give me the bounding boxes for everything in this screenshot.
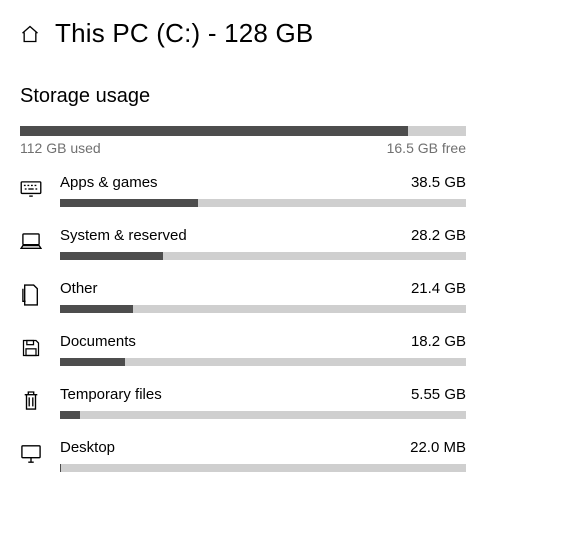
category-size: 5.55 GB xyxy=(411,386,466,403)
category-row[interactable]: System & reserved 28.2 GB xyxy=(20,227,559,260)
category-body: Apps & games 38.5 GB xyxy=(60,174,466,207)
category-bar-fill xyxy=(60,464,61,472)
category-bar xyxy=(60,305,466,313)
category-labels: Temporary files 5.55 GB xyxy=(60,386,466,403)
category-name: Desktop xyxy=(60,439,115,456)
trash-icon xyxy=(20,386,42,416)
laptop-icon xyxy=(20,227,42,257)
category-body: Desktop 22.0 MB xyxy=(60,439,466,472)
category-bar-fill xyxy=(60,411,80,419)
category-size: 22.0 MB xyxy=(410,439,466,456)
category-name: System & reserved xyxy=(60,227,187,244)
category-bar-fill xyxy=(60,358,125,366)
category-bar-fill xyxy=(60,252,163,260)
overview-labels: 112 GB used 16.5 GB free xyxy=(20,140,466,156)
monitor-icon xyxy=(20,439,42,469)
title-row: This PC (C:) - 128 GB xyxy=(20,18,559,49)
category-labels: Other 21.4 GB xyxy=(60,280,466,297)
overview-bar xyxy=(20,126,466,136)
page-title: This PC (C:) - 128 GB xyxy=(55,18,313,49)
category-labels: Desktop 22.0 MB xyxy=(60,439,466,456)
save-icon xyxy=(20,333,42,363)
category-row[interactable]: Other 21.4 GB xyxy=(20,280,559,313)
section-heading: Storage usage xyxy=(20,85,559,108)
category-size: 28.2 GB xyxy=(411,227,466,244)
category-bar xyxy=(60,199,466,207)
category-labels: Apps & games 38.5 GB xyxy=(60,174,466,191)
category-size: 18.2 GB xyxy=(411,333,466,350)
category-body: Documents 18.2 GB xyxy=(60,333,466,366)
category-bar xyxy=(60,252,466,260)
category-bar xyxy=(60,411,466,419)
category-body: Other 21.4 GB xyxy=(60,280,466,313)
file-icon xyxy=(20,280,42,310)
free-label: 16.5 GB free xyxy=(387,140,466,156)
category-bar xyxy=(60,464,466,472)
category-name: Other xyxy=(60,280,98,297)
overview-bar-fill xyxy=(20,126,408,136)
category-bar xyxy=(60,358,466,366)
category-row[interactable]: Desktop 22.0 MB xyxy=(20,439,559,472)
home-icon[interactable] xyxy=(20,24,40,44)
category-labels: Documents 18.2 GB xyxy=(60,333,466,350)
categories-list: Apps & games 38.5 GB System & reserved 28.2… xyxy=(20,174,559,472)
category-size: 21.4 GB xyxy=(411,280,466,297)
keyboard-icon xyxy=(20,174,42,204)
category-name: Temporary files xyxy=(60,386,162,403)
category-row[interactable]: Apps & games 38.5 GB xyxy=(20,174,559,207)
used-label: 112 GB used xyxy=(20,140,101,156)
category-bar-fill xyxy=(60,305,133,313)
category-bar-fill xyxy=(60,199,198,207)
category-body: System & reserved 28.2 GB xyxy=(60,227,466,260)
category-row[interactable]: Temporary files 5.55 GB xyxy=(20,386,559,419)
category-size: 38.5 GB xyxy=(411,174,466,191)
category-body: Temporary files 5.55 GB xyxy=(60,386,466,419)
category-name: Documents xyxy=(60,333,136,350)
category-labels: System & reserved 28.2 GB xyxy=(60,227,466,244)
category-name: Apps & games xyxy=(60,174,158,191)
category-row[interactable]: Documents 18.2 GB xyxy=(20,333,559,366)
